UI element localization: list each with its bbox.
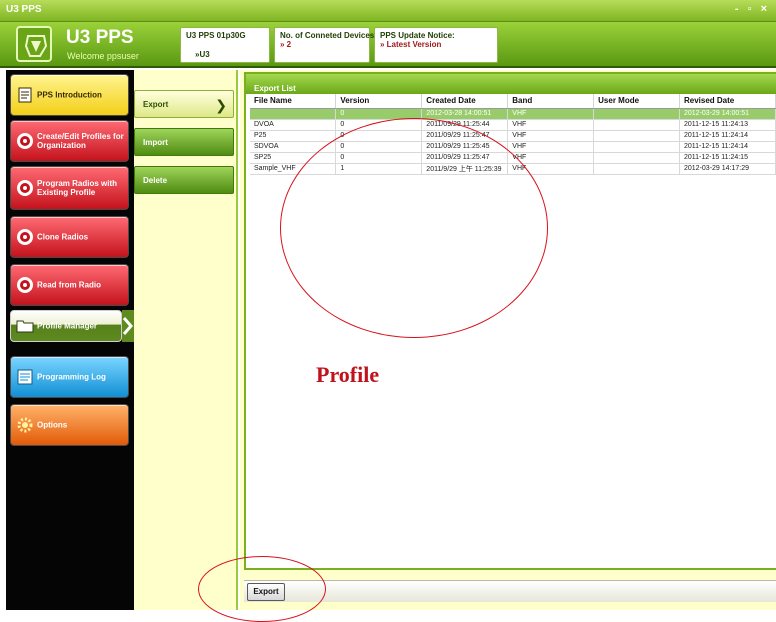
update-box: PPS Update Notice: » Latest Version [374,27,498,63]
table-header-row: File Name Version Created Date Band User… [250,94,776,109]
column-header[interactable]: File Name [250,94,337,109]
table-cell [593,108,680,120]
chevron-right-icon [122,317,133,335]
table-cell: 2012-03-28 14:00:51 [421,108,509,120]
table-cell: 2011-12-15 11:24:14 [679,130,776,142]
subnav-delete[interactable]: Delete [134,166,234,194]
nav-label: Program Radios with Existing Profile [37,179,118,197]
nav-label: PPS Introduction [37,90,102,100]
table-cell [593,119,680,131]
log-icon [17,369,33,385]
devices-box: No. of Conneted Devices: » 2 [274,27,377,63]
column-header[interactable]: Revised Date [679,94,776,109]
table-cell [593,141,680,153]
table-cell: VHF [507,130,595,142]
app-header: U3 PPS Welcome ppsuser U3 PPS 01p30G »U3… [0,22,776,68]
annotation-circle-export [198,556,326,622]
table-cell: VHF [507,108,595,120]
nav-program-radios[interactable]: Program Radios with Existing Profile [10,166,129,210]
nav-label: Create/Edit Profiles for Organization [37,132,124,150]
column-header[interactable]: Version [335,94,423,109]
table-cell [250,108,337,120]
table-cell [593,130,680,142]
table-row[interactable]: 0 2012-03-28 14:00:51 VHF 2012-03-29 14:… [250,108,776,120]
table-cell: 2011-12-15 11:24:13 [679,119,776,131]
table-row[interactable]: DVOA 0 2011/09/29 11:25:44 VHF 2011-12-1… [250,119,776,131]
gear-icon [17,417,33,433]
subnav-label: Import [143,138,168,147]
app-name: U3 PPS [66,27,134,48]
nav-read-from-radio[interactable]: Read from Radio [10,264,129,306]
title-bar: U3 PPS - ▫ × [0,0,776,22]
nav-clone-radios[interactable]: Clone Radios [10,216,129,258]
version-value: »U3 [195,50,210,59]
column-header[interactable]: Created Date [421,94,509,109]
table-cell: VHF [507,119,595,131]
update-value: » Latest Version [380,40,442,49]
table-cell: 2011-12-15 11:24:14 [679,141,776,153]
nav-options[interactable]: Options [10,404,129,446]
welcome-text: Welcome ppsuser [67,51,139,61]
devices-label: No. of Conneted Devices: [280,31,377,40]
table-cell: 2012-03-29 14:00:51 [679,108,776,120]
chevron-right-icon: ❯ [215,97,227,113]
radio-icon [17,277,33,293]
table-cell: 2011-12-15 11:24:15 [679,152,776,164]
radio-icon [17,180,33,196]
nav-create-edit-profiles[interactable]: Create/Edit Profiles for Organization [10,120,129,162]
subnav-label: Export [143,100,169,109]
subnav-label: Delete [143,176,168,185]
table-cell: VHF [507,141,595,153]
table-cell: DVOA [250,119,337,131]
document-icon [18,87,32,103]
version-label: U3 PPS 01p30G [186,31,246,40]
column-header[interactable]: Band [507,94,595,109]
table-cell [593,163,680,175]
panel-title: Export List [254,84,296,93]
nav-label: Profile Manager [37,321,98,331]
nav-label: Read from Radio [37,280,102,290]
nav-pps-introduction[interactable]: PPS Introduction [10,74,129,116]
main-nav: PPS Introduction Create/Edit Profiles fo… [6,70,134,610]
folder-icon [16,320,34,333]
panel-header: Export List [246,74,776,94]
column-header[interactable]: User Mode [593,94,680,109]
update-label: PPS Update Notice: [380,31,455,40]
subnav-export[interactable]: Export ❯ [134,90,234,118]
nav-active-indicator [122,310,134,342]
table-cell [593,152,680,164]
annotation-circle-list [280,118,548,338]
table-cell: 2012-03-29 14:17:29 [679,163,776,175]
logo-icon [24,35,48,57]
nav-label: Clone Radios [37,232,89,242]
app-logo [16,26,52,62]
radio-icon [17,133,33,149]
window-controls[interactable]: - ▫ × [735,3,770,15]
nav-programming-log[interactable]: Programming Log [10,356,129,398]
table-cell: P25 [250,130,337,142]
subnav-import[interactable]: Import [134,128,234,156]
nav-label: Programming Log [37,372,106,382]
radio-icon [17,229,33,245]
table-row[interactable]: P25 0 2011/09/29 11:25:47 VHF 2011-12-15… [250,130,776,142]
annotation-label: Profile [316,362,380,387]
nav-label: Options [37,420,68,430]
version-box: U3 PPS 01p30G »U3 [180,27,270,63]
devices-value: » 2 [280,40,292,49]
sub-nav: Export ❯ Import Delete [134,70,238,610]
nav-profile-manager[interactable]: Profile Manager [10,310,122,342]
window-title: U3 PPS [6,4,42,15]
